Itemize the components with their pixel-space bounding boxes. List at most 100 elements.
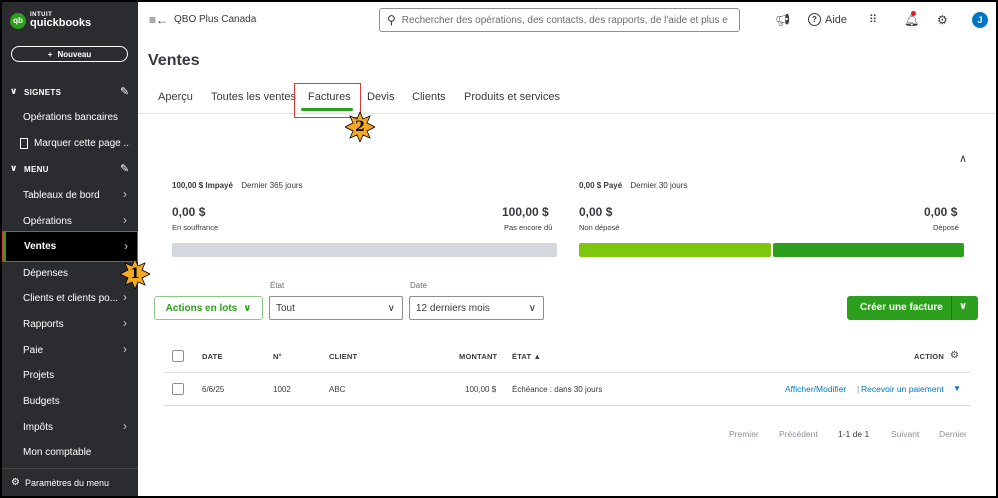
gear-icon: ⚙ [11,477,20,488]
step-number: 1 [130,266,140,282]
status-filter-value: Tout [276,302,295,314]
paid-summary: 0,00 $ Payé Dernier 30 jours [579,181,687,190]
menu-header-label: MENU [24,164,49,174]
create-invoice-label: Créer une facture [860,302,943,313]
sidebar-item-banking[interactable]: Opérations bancaires [2,104,138,130]
not-due-amount: 100,00 $ [502,205,549,219]
qb-logo-icon: qb [10,12,26,29]
bookmarks-header[interactable]: ∨ SIGNETS ✎ [2,80,138,104]
sidebar-item-projects[interactable]: Projets [2,362,138,388]
help-button[interactable]: ? Aide [808,13,847,26]
header-divider [164,372,970,373]
apps-grid-icon[interactable]: ⠿ [869,13,877,26]
sidebar-item-bookmark-page[interactable]: Marquer cette page ... [2,130,138,156]
gear-icon[interactable]: ⚙ [937,13,948,27]
column-header-client[interactable]: CLIENT [329,352,357,361]
notification-dot [911,11,916,16]
tab-products-services[interactable]: Produits et services [464,91,560,103]
pagination-first[interactable]: Premier [729,429,759,439]
gear-icon[interactable]: ⚙ [950,350,959,361]
menu-settings-label: Paramètres du menu [25,477,110,488]
sidebar-item-expenses[interactable]: Dépenses [2,260,138,286]
paid-period: Dernier 30 jours [630,181,688,190]
company-name[interactable]: QBO Plus Canada [174,14,256,25]
logo-name: quickbooks [30,17,92,29]
sidebar-item-label: Impôts [23,421,54,433]
chevron-right-icon: › [124,239,128,253]
row-checkbox[interactable] [172,383,184,395]
sidebar-item-accountant[interactable]: Mon comptable [2,439,138,465]
date-filter-select[interactable]: 12 derniers mois ∨ [409,296,544,320]
sidebar-item-dashboards[interactable]: Tableaux de bord › [2,182,138,208]
sidebar-item-label: Marquer cette page ... [34,137,130,149]
not-deposited-label: Non déposé [579,223,620,232]
select-all-checkbox[interactable] [172,350,184,362]
deposited-bar[interactable] [773,243,964,257]
sidebar-item-sales[interactable]: Ventes › [2,231,138,262]
sidebar-item-label: Mon comptable [23,446,92,458]
chevron-down-icon: ∨ [528,302,536,314]
menu-toggle-icon[interactable]: ≡← [149,13,168,27]
pencil-icon[interactable]: ✎ [120,162,130,175]
new-button[interactable]: + Nouveau [11,46,128,62]
pagination-last[interactable]: Dernier [939,429,967,439]
pagination-prev[interactable]: Précédent [779,429,818,439]
tab-customers[interactable]: Clients [412,91,446,103]
unpaid-bar[interactable] [172,243,557,257]
column-header-no[interactable]: N° [273,352,282,361]
avatar[interactable]: J [972,12,988,28]
create-invoice-button[interactable]: Créer une facture ∨ [847,296,978,320]
overdue-amount: 0,00 $ [172,205,206,219]
batch-actions-label: Actions en lots [165,302,238,314]
column-header-status[interactable]: ÉTAT ▲ [512,352,541,361]
pagination-next[interactable]: Suivant [891,429,919,439]
chevron-down-icon: ∨ [10,163,18,173]
deposited-label: Déposé [933,223,959,232]
column-header-amount[interactable]: MONTANT [459,352,497,361]
not-deposited-bar[interactable] [579,243,771,257]
chevron-right-icon: › [123,419,127,433]
chevron-right-icon: › [123,316,127,330]
menu-header[interactable]: ∨ MENU ✎ [2,157,138,181]
date-filter-label: Date [410,281,427,290]
cell-date: 6/6/25 [202,385,225,394]
sidebar-item-label: Clients et clients po... [23,292,119,304]
status-filter-select[interactable]: Tout ∨ [269,296,403,320]
sidebar-item-budgets[interactable]: Budgets [2,388,138,414]
bookmarks-header-label: SIGNETS [24,87,62,97]
pencil-icon[interactable]: ✎ [120,85,130,98]
sidebar: qb INTUIT quickbooks + Nouveau ∨ SIGNETS… [2,2,138,496]
new-button-label: Nouveau [57,49,92,59]
megaphone-icon[interactable]: 📢︎ [775,13,790,27]
quickbooks-logo[interactable]: qb INTUIT quickbooks [10,12,91,29]
plus-icon: + [47,49,53,59]
chevron-down-icon[interactable]: ∨ [959,301,967,312]
cell-no: 1002 [273,385,291,394]
action-divider: | [857,384,860,394]
chevron-right-icon: › [123,342,127,356]
sidebar-item-customers[interactable]: Clients et clients po... › [2,285,138,311]
receive-payment-link[interactable]: Recevoir un paiement [861,384,944,394]
column-header-date[interactable]: DATE [202,352,223,361]
step-number: 2 [355,119,365,135]
sidebar-item-payroll[interactable]: Paie › [2,337,138,363]
sidebar-item-label: Opérations [23,215,72,227]
view-edit-link[interactable]: Afficher/Modifier [785,384,846,394]
overdue-label: En souffrance [172,223,219,232]
menu-settings[interactable]: ⚙ Paramètres du menu [2,468,138,496]
tab-all-sales[interactable]: Toutes les ventes [211,91,296,103]
tab-overview[interactable]: Aperçu [158,91,193,103]
search-input[interactable]: ⚲ Rechercher des opérations, des contact… [379,8,740,32]
sidebar-item-taxes[interactable]: Impôts › [2,414,138,440]
batch-actions-button[interactable]: Actions en lots ∨ [154,296,263,320]
pagination-range: 1-1 de 1 [838,429,870,439]
tab-bar: Aperçu Toutes les ventes Factures Devis … [138,88,996,114]
caret-down-icon[interactable]: ▼ [953,384,961,393]
chevron-down-icon: ∨ [387,302,395,314]
tab-estimates[interactable]: Devis [367,91,395,103]
chevron-up-icon[interactable]: ∧ [959,152,967,165]
sidebar-item-label: Opérations bancaires [23,111,119,123]
sidebar-item-reports[interactable]: Rapports › [2,311,138,337]
unpaid-period: Dernier 365 jours [241,181,303,190]
chevron-right-icon: › [123,290,127,304]
